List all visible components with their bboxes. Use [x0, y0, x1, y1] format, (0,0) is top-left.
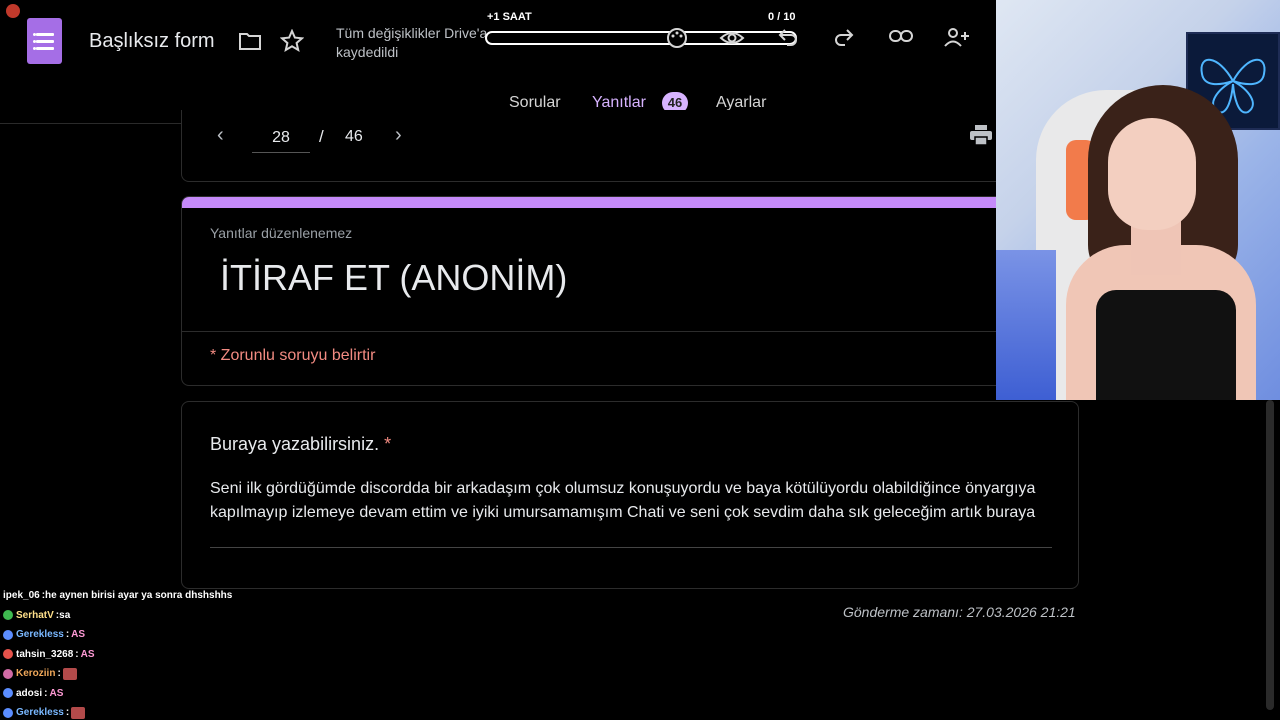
submitted-timestamp: Gönderme zamanı: 27.03.2026 21:21	[843, 604, 1076, 620]
chat-text: he aynen birisi ayar ya sonra dhshshhs	[45, 590, 233, 602]
question-card: Buraya yazabilirsiniz. * Seni ilk gördüğ…	[181, 401, 1079, 589]
print-icon[interactable]	[969, 124, 993, 146]
chat-username[interactable]: tahsin_3268	[16, 649, 73, 660]
eye-icon[interactable]	[719, 28, 745, 48]
answer-underline	[210, 547, 1052, 548]
question-text: Buraya yazabilirsiniz.	[210, 434, 380, 454]
folder-icon[interactable]	[238, 31, 262, 51]
streamer-logo-icon	[6, 4, 20, 18]
redo-icon[interactable]	[833, 26, 855, 48]
add-person-icon[interactable]	[943, 26, 971, 48]
chat-emote-icon	[71, 706, 86, 719]
chat-username[interactable]: Keroziin	[16, 668, 55, 679]
chat-badge-icon	[3, 649, 13, 660]
top-bar: Başlıksız form Tüm değişiklikler Drive'a…	[0, 0, 996, 124]
response-total: 46	[345, 128, 363, 145]
chat-badge-icon	[3, 629, 13, 640]
overlay-goal-label: 0 / 10	[768, 11, 796, 23]
chat-separator: :	[65, 707, 70, 719]
chat-text: AS	[80, 648, 95, 660]
chat-username[interactable]: Gerekless	[16, 629, 64, 640]
response-index-input[interactable]: 28	[252, 125, 310, 153]
next-response-icon[interactable]: ›	[395, 124, 402, 147]
form-title[interactable]: Başlıksız form	[89, 30, 215, 53]
overlay-progress-bar	[485, 31, 797, 45]
required-star: *	[384, 434, 392, 454]
google-forms-icon[interactable]	[27, 18, 62, 64]
chat-username[interactable]: SerhatV	[16, 610, 54, 621]
header-divider	[182, 331, 1010, 332]
webcam-overlay	[996, 0, 1280, 400]
chat-badge-icon	[3, 707, 13, 718]
ambient-light	[996, 250, 1056, 400]
chat-badge-icon	[3, 610, 13, 621]
form-header-card: Yanıtlar düzenlenemez İTİRAF ET (ANONİM)…	[181, 196, 1011, 386]
chat-message: adosi : AS	[3, 684, 403, 704]
chat-badge-icon	[3, 688, 13, 699]
form-accent-bar	[182, 197, 1010, 208]
streamer-top	[1096, 290, 1236, 400]
chat-message: ipek_06 : he aynen birisi ayar ya sonra …	[3, 586, 403, 606]
link-icon[interactable]	[888, 28, 914, 44]
chat-badge-icon	[3, 668, 13, 679]
chat-message: tahsin_3268 : AS	[3, 645, 403, 665]
question-title: Buraya yazabilirsiniz. *	[210, 434, 391, 455]
streamer-face	[1108, 118, 1196, 230]
chat-message: Gerekless :	[3, 703, 403, 720]
palette-icon[interactable]	[665, 26, 689, 50]
save-status: Tüm değişiklikler Drive'a kaydedildi	[336, 25, 488, 60]
chat-message: Gerekless : AS	[3, 625, 403, 645]
chat-username[interactable]: ipek_06	[3, 590, 40, 601]
star-icon[interactable]	[280, 29, 304, 53]
page-scrollbar[interactable]	[1266, 400, 1274, 710]
overlay-timer-label: +1 SAAT	[487, 11, 532, 23]
chat-message: SerhatV : sa	[3, 606, 403, 626]
stream-chat: ipek_06 : he aynen birisi ayar ya sonra …	[3, 586, 403, 720]
previous-response-icon[interactable]: ‹	[217, 124, 224, 147]
chat-username[interactable]: adosi	[16, 688, 42, 699]
undo-icon[interactable]	[777, 26, 799, 48]
required-note: * Zorunlu soruyu belirtir	[210, 347, 376, 364]
form-heading: İTİRAF ET (ANONİM)	[220, 257, 568, 298]
chat-message: Keroziin :	[3, 664, 403, 684]
pager-separator: /	[319, 127, 324, 146]
chat-separator: :	[57, 668, 61, 680]
chat-text: AS	[71, 629, 86, 641]
chat-text: sa	[59, 609, 71, 621]
chat-username[interactable]: Gerekless	[16, 707, 64, 718]
answer-text: Seni ilk gördüğümde discordda bir arkada…	[210, 480, 1036, 521]
chat-emote-icon	[62, 667, 77, 680]
chat-text: AS	[49, 687, 64, 699]
not-editable-note: Yanıtlar düzenlenemez	[210, 225, 353, 241]
